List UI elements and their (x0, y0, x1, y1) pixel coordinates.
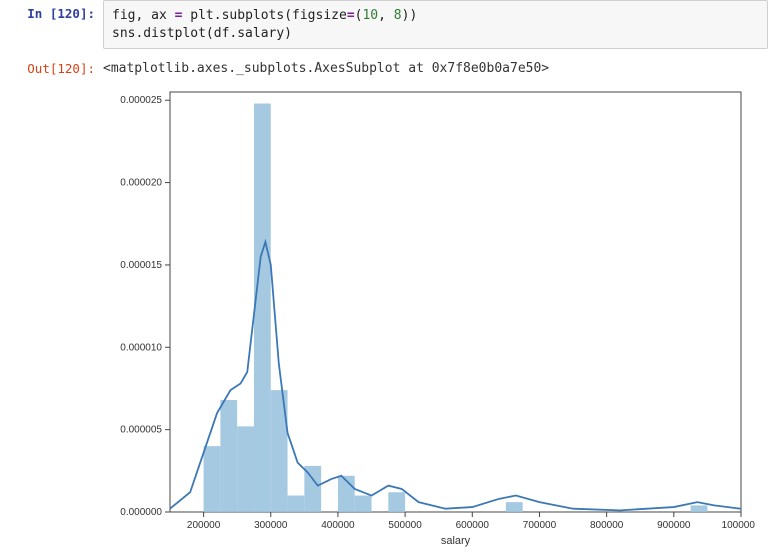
svg-text:0.000020: 0.000020 (120, 178, 162, 189)
plot-output: 0.000000 0.000005 0.000010 0.000015 0.000020… (95, 82, 768, 552)
svg-text:0.000005: 0.000005 (120, 425, 162, 436)
svg-text:600000: 600000 (456, 520, 490, 531)
svg-text:200000: 200000 (187, 520, 221, 531)
svg-text:0.000000: 0.000000 (120, 507, 162, 518)
input-prompt: In [120]: (0, 0, 103, 21)
output-prompt: Out[120]: (0, 55, 103, 76)
output-repr: <matplotlib.axes._subplots.AxesSubplot a… (103, 55, 768, 76)
svg-text:500000: 500000 (388, 520, 422, 531)
svg-text:1000000: 1000000 (722, 520, 755, 531)
svg-text:900000: 900000 (657, 520, 691, 531)
svg-text:700000: 700000 (523, 520, 557, 531)
svg-text:300000: 300000 (254, 520, 288, 531)
code-input[interactable]: fig, ax = plt.subplots(figsize=(10, 8)) … (103, 0, 768, 49)
output-cell: Out[120]: <matplotlib.axes._subplots.Axe… (0, 55, 768, 76)
svg-text:400000: 400000 (321, 520, 355, 531)
svg-text:0.000025: 0.000025 (120, 95, 162, 106)
distplot-chart: 0.000000 0.000005 0.000010 0.000015 0.000020… (95, 82, 755, 552)
svg-text:0.000015: 0.000015 (120, 260, 162, 271)
svg-text:salary: salary (441, 535, 471, 547)
svg-text:800000: 800000 (590, 520, 624, 531)
input-cell: In [120]: fig, ax = plt.subplots(figsize… (0, 0, 768, 49)
svg-text:0.000010: 0.000010 (120, 342, 162, 353)
